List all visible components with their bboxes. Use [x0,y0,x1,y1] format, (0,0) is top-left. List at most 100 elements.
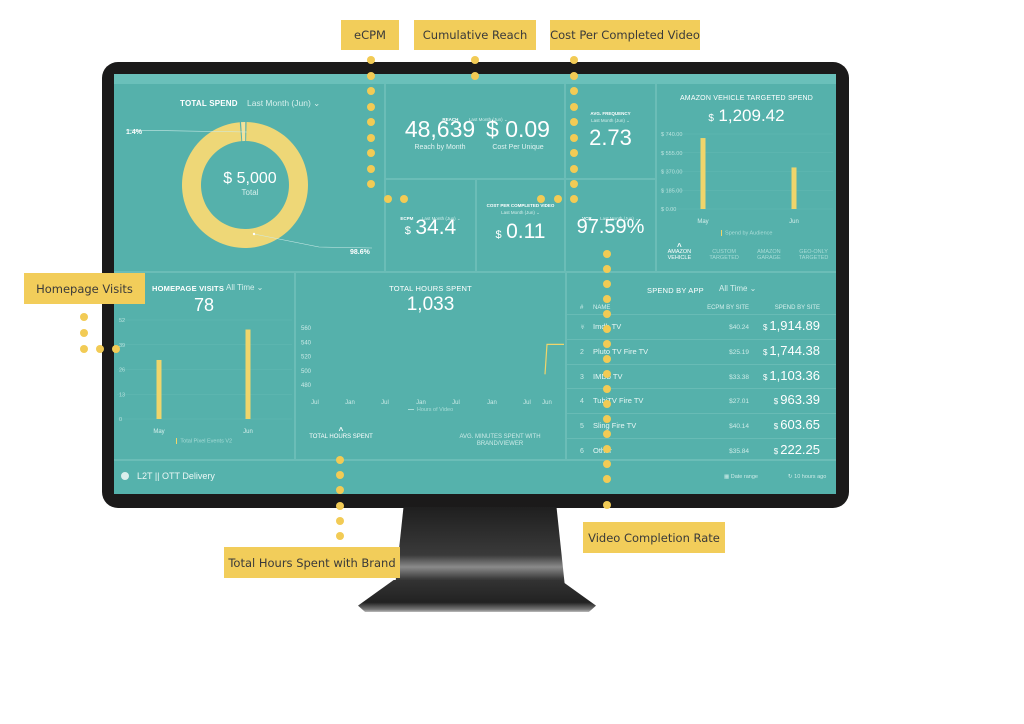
row-spend: $603.65 [774,417,820,432]
homepage-legend: Total Pixel Events V2 [114,438,294,444]
dashboard-name[interactable]: L2T || OTT Delivery [137,471,215,481]
frequency-period-select[interactable]: Last Month (Jun) ⌄ [566,118,655,124]
callout-dot [570,87,578,95]
callout-dot [570,149,578,157]
row-spend: $1,914.89 [763,318,820,333]
callout-dot [603,340,611,348]
callout-dot [367,87,375,95]
callout-dot [367,71,375,80]
col-ecpm[interactable]: ECPM BY SITE [707,305,749,311]
hours-legend: Hours of Video [296,407,565,413]
hours-tabs: ^ TOTAL HOURS SPENT AVG. MINUTES SPENT WIT… [296,427,565,458]
donut-slice [241,122,246,142]
callout-dot [367,102,375,111]
callout-dot [554,195,562,203]
callout-dot [80,329,88,337]
callout-dot [570,180,578,188]
callout-dot [367,133,375,142]
callout-cumulative-reach: Cumulative Reach [414,20,536,50]
x-tick-label: Jul [311,400,319,406]
row-rank: 5 [580,423,584,431]
callout-dot [570,133,578,142]
row-spend: $963.39 [774,392,820,407]
callout-dot [400,195,408,203]
ecpm-value: 34.4 [415,216,457,239]
callout-dot [471,56,479,64]
currency-symbol: $ [773,397,779,407]
callout-dot [367,149,375,157]
dashboard-icon [121,472,129,480]
x-tick-label: Jun [243,429,253,435]
y-tick-label: 520 [301,355,312,361]
y-tick-label: $ 185.00 [661,188,682,194]
cost-per-unique-value: $ 0.09 [486,116,550,142]
tab-geo-only-targeted[interactable]: GEO-ONLY TARGETED [791,244,836,261]
spend-value: 1,744.38 [769,342,820,358]
callout-dot [570,71,578,80]
y-tick-label: $ 555.00 [661,151,682,157]
total-spend-panel: TOTAL SPEND Last Month (Jun) ⌄ 1.4% 98.6… [114,84,384,271]
callout-dot [603,400,611,408]
callout-dot [336,516,344,525]
tab-label: AMAZON GARAGE [757,249,781,261]
callout-dot [96,345,104,353]
callout-dot [80,345,88,353]
x-tick-label: Jan [487,400,497,406]
callout-dot [80,313,88,321]
row-app-name: Sling Fire TV [593,421,637,431]
row-ecpm: $25.19 [729,348,749,356]
tab-label: AMAZON VEHICLE [667,249,692,261]
callout-dot [603,370,611,378]
reach-value: 48,639 [404,116,476,142]
row-spend: $222.25 [774,442,820,457]
tab-total-hours-spent[interactable]: ^ TOTAL HOURS SPENT [296,427,386,441]
ecpm-panel: ECPM Last Month (Jun) ⌄ $ 34.4 [386,180,475,271]
spend-by-app-period-select[interactable]: All Time ⌄ [719,284,756,293]
spend-value: 603.65 [780,417,820,433]
total-spend-label: Total [241,188,259,197]
col-spend[interactable]: SPEND BY SITE [775,305,820,311]
cpcv-period-select[interactable]: Last Month (Jun) ⌄ [477,210,564,216]
callout-dot [603,501,611,509]
currency-symbol: $ [773,422,779,432]
tab-label: CUSTOM TARGETED [709,249,739,261]
refresh-status[interactable]: ↻ 10 hours ago [788,474,826,480]
tab-amazon-garage[interactable]: AMAZON GARAGE [747,244,792,261]
callout-dot [471,71,479,80]
date-range-button[interactable]: ▦ Date range [724,474,758,480]
callout-dot [603,445,611,453]
calendar-icon: ▦ [724,474,730,480]
callout-dot [336,532,344,540]
col-rank: # [580,305,584,311]
frequency-title: AVG. FREQUENCY [590,111,631,116]
tab-avg-minutes-spent[interactable]: AVG. MINUTES SPENT WITH BRAND/VIEWER [436,428,564,448]
callout-dot [336,456,344,464]
callout-dot [603,295,611,303]
callout-dot [603,460,611,468]
bar [156,359,162,419]
legend-swatch [407,408,414,411]
callout-dot [384,195,392,203]
row-ecpm: $35.84 [729,448,749,455]
callout-dot [570,164,578,173]
callout-dot [603,430,611,438]
spend-by-app-title: SPEND BY APP [647,286,704,295]
row-rank: 4 [580,398,584,406]
currency-symbol: $ [762,347,768,357]
dashboard-footer: L2T || OTT Delivery ▦ Date range ↻ 10 ho… [114,461,836,494]
callout-dot [603,265,611,273]
tab-custom-targeted[interactable]: CUSTOM TARGETED [702,244,747,261]
callout-dot [570,195,578,203]
currency-symbol: $ [762,323,768,332]
row-ecpm: $40.24 [729,324,749,331]
callout-dot [570,102,578,111]
x-tick-label: Jan [345,400,355,406]
legend-swatch [175,438,178,444]
x-tick-label: May [153,429,164,435]
tab-amazon-vehicle[interactable]: ^ AMAZON VEHICLE [657,243,702,262]
row-app-name: Pluto TV Fire TV [593,346,649,356]
x-tick-label: Jan [416,400,426,406]
ecpm-currency: $ [404,225,411,237]
series-line-hours-of-video [544,343,564,375]
row-ecpm: $40.14 [729,423,749,431]
